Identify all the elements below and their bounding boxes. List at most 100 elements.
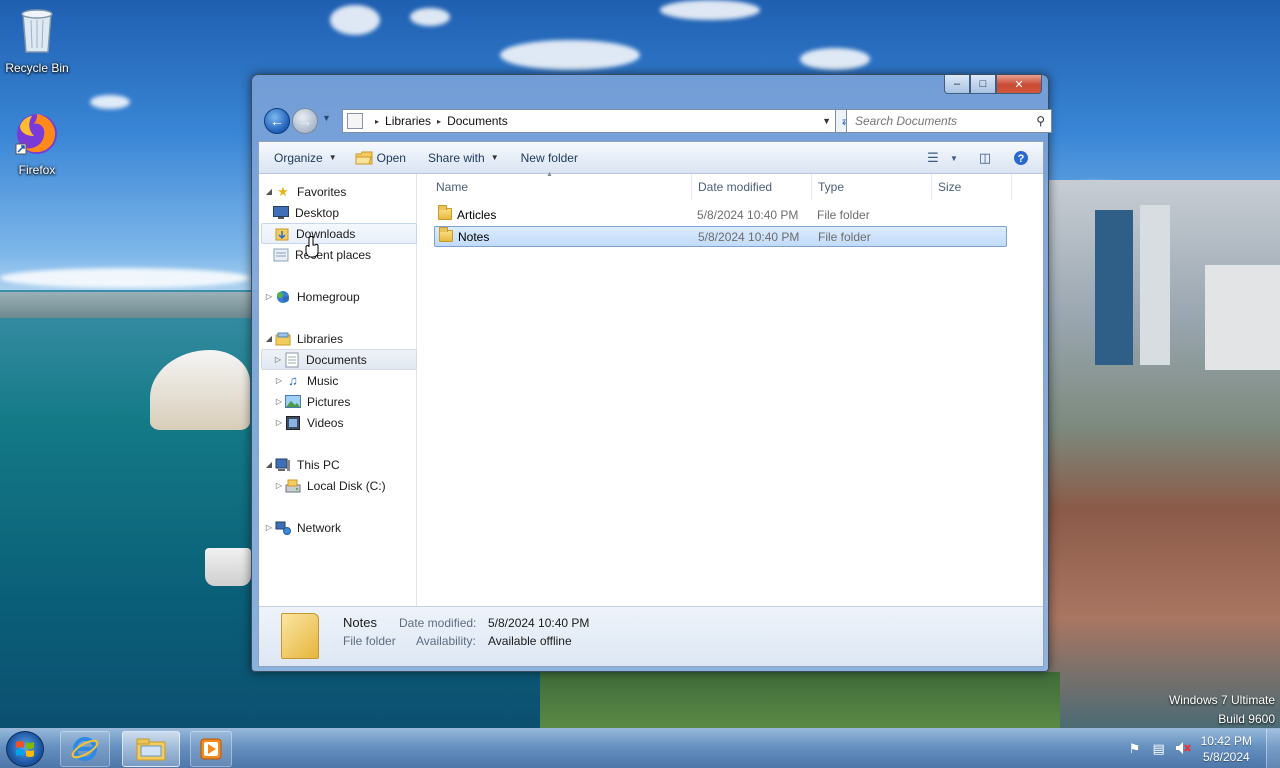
network-status-icon[interactable]: ▤ [1147,741,1171,757]
column-header-size[interactable]: Size [932,174,1012,200]
taskbar-internet-explorer[interactable] [60,731,110,767]
taskbar-file-explorer[interactable] [122,731,180,767]
file-row-articles[interactable]: Articles 5/8/2024 10:40 PM File folder [434,205,1007,226]
open-button[interactable]: Open [346,146,415,170]
nav-videos-label: Videos [307,415,344,430]
taskbar-clock[interactable]: 10:42 PM 5/8/2024 [1201,733,1252,765]
nav-documents[interactable]: ▷ Documents [261,349,417,370]
nav-pictures[interactable]: ▷ Pictures [273,391,429,412]
minimize-button[interactable]: – [944,75,970,94]
explorer-content: Organize ▼ Open Share with ▼ New folder … [258,141,1044,667]
expanded-triangle-icon[interactable]: ◢ [263,460,275,469]
cloud [330,5,380,35]
help-icon[interactable]: ? [1007,146,1035,170]
share-with-button[interactable]: Share with ▼ [419,146,508,170]
file-date: 5/8/2024 10:40 PM [697,208,799,222]
cloud [410,8,450,26]
open-folder-icon [355,151,373,164]
breadcrumb-libraries[interactable]: Libraries [385,114,431,128]
homegroup-icon [275,289,291,305]
collapsed-triangle-icon[interactable]: ▷ [263,292,275,301]
file-row-notes[interactable]: Notes 5/8/2024 10:40 PM File folder [434,226,1007,247]
forward-arrow-icon: → [298,113,312,129]
preview-pane-icon[interactable]: ◫ [971,146,999,170]
view-controls: ☰ ▼ ◫ ? [919,146,1035,170]
column-header-date-modified[interactable]: Date modified [692,174,812,200]
collapsed-triangle-icon[interactable]: ▷ [273,376,285,385]
firefox-desktop-icon[interactable]: Firefox [0,110,74,177]
documents-icon [284,352,300,368]
search-box[interactable]: ⚲ [846,109,1052,133]
nav-homegroup[interactable]: ▷ Homegroup [263,286,419,307]
media-player-icon [200,738,222,760]
column-header-type[interactable]: Type [812,174,932,200]
explorer-window: – □ ✕ ← → ▼ ▸ Libraries ▸ Documents ▼ ⇄ … [251,74,1052,672]
forward-button[interactable]: → [292,108,318,134]
nav-music[interactable]: ▷ ♫ Music [273,370,429,391]
nav-videos[interactable]: ▷ Videos [273,412,429,433]
recent-pages-dropdown-icon[interactable]: ▼ [322,113,331,123]
nav-desktop[interactable]: Desktop [273,202,429,223]
view-options-icon[interactable]: ☰ [919,146,947,170]
expanded-triangle-icon[interactable]: ◢ [263,334,275,343]
back-button[interactable]: ← [264,108,290,134]
collapsed-triangle-icon[interactable]: ▷ [272,355,284,364]
address-bar[interactable]: ▸ Libraries ▸ Documents ▼ [342,109,836,133]
collapsed-triangle-icon[interactable]: ▷ [273,481,285,490]
nav-recent-places[interactable]: Recent places [273,244,429,265]
collapsed-triangle-icon[interactable]: ▷ [263,523,275,532]
view-dropdown-icon[interactable]: ▼ [947,146,961,170]
nav-favorites[interactable]: ◢ ★ Favorites [263,181,419,202]
expanded-triangle-icon[interactable]: ◢ [263,187,275,196]
nav-downloads[interactable]: Downloads [261,223,417,244]
breadcrumb-documents[interactable]: Documents [447,114,508,128]
nav-homegroup-label: Homegroup [297,289,360,304]
collapsed-triangle-icon[interactable]: ▷ [273,418,285,427]
maximize-button[interactable]: □ [970,75,996,94]
close-button[interactable]: ✕ [996,75,1042,94]
details-name: Notes [343,615,377,630]
clock-date: 5/8/2024 [1202,750,1250,764]
libraries-icon [275,331,291,347]
clock-time: 10:42 PM [1200,734,1252,748]
organize-button[interactable]: Organize ▼ [265,146,346,170]
breadcrumb-chevron-icon[interactable]: ▸ [375,117,379,126]
window-controls: – □ ✕ [944,75,1042,94]
search-icon[interactable]: ⚲ [1036,114,1045,128]
recycle-bin-desktop-icon[interactable]: Recycle Bin [0,6,74,75]
address-dropdown-icon[interactable]: ▼ [822,116,831,126]
wallpaper-tower [1095,210,1133,365]
new-folder-button[interactable]: New folder [512,146,587,170]
file-date: 5/8/2024 10:40 PM [698,230,800,244]
search-input[interactable] [855,114,1025,128]
taskbar-media-player[interactable] [190,731,232,767]
windows-logo-icon [16,741,34,757]
system-tray: ⚑ ▤ 10:42 PM 5/8/2024 [1123,729,1280,768]
recycle-bin-icon [0,6,74,57]
column-header-name[interactable]: Name [430,174,692,200]
show-desktop-button[interactable] [1266,729,1280,768]
nav-network[interactable]: ▷ Network [263,517,419,538]
cloud [660,0,760,20]
organize-label: Organize [274,150,323,165]
large-folder-icon [281,613,319,659]
hand-cursor-icon [305,236,319,258]
wallpaper-shoreline [0,292,260,318]
details-date-value: 5/8/2024 10:40 PM [488,616,590,630]
music-icon: ♫ [288,373,298,388]
folder-icon [438,205,452,220]
collapsed-triangle-icon[interactable]: ▷ [273,397,285,406]
nav-this-pc[interactable]: ◢ This PC [263,454,419,475]
wallpaper-park [540,672,1060,728]
nav-local-disk[interactable]: ▷ Local Disk (C:) [273,475,429,496]
action-center-flag-icon[interactable]: ⚑ [1123,741,1147,757]
recent-places-icon [273,247,289,263]
breadcrumb-chevron-icon[interactable]: ▸ [437,117,441,126]
star-icon: ★ [277,183,289,199]
wallpaper-tower [1205,265,1280,370]
nav-libraries[interactable]: ◢ Libraries [263,328,419,349]
volume-muted-icon[interactable] [1171,741,1195,758]
nav-desktop-label: Desktop [295,205,340,220]
nav-pictures-label: Pictures [307,394,351,409]
start-button[interactable] [6,731,44,767]
